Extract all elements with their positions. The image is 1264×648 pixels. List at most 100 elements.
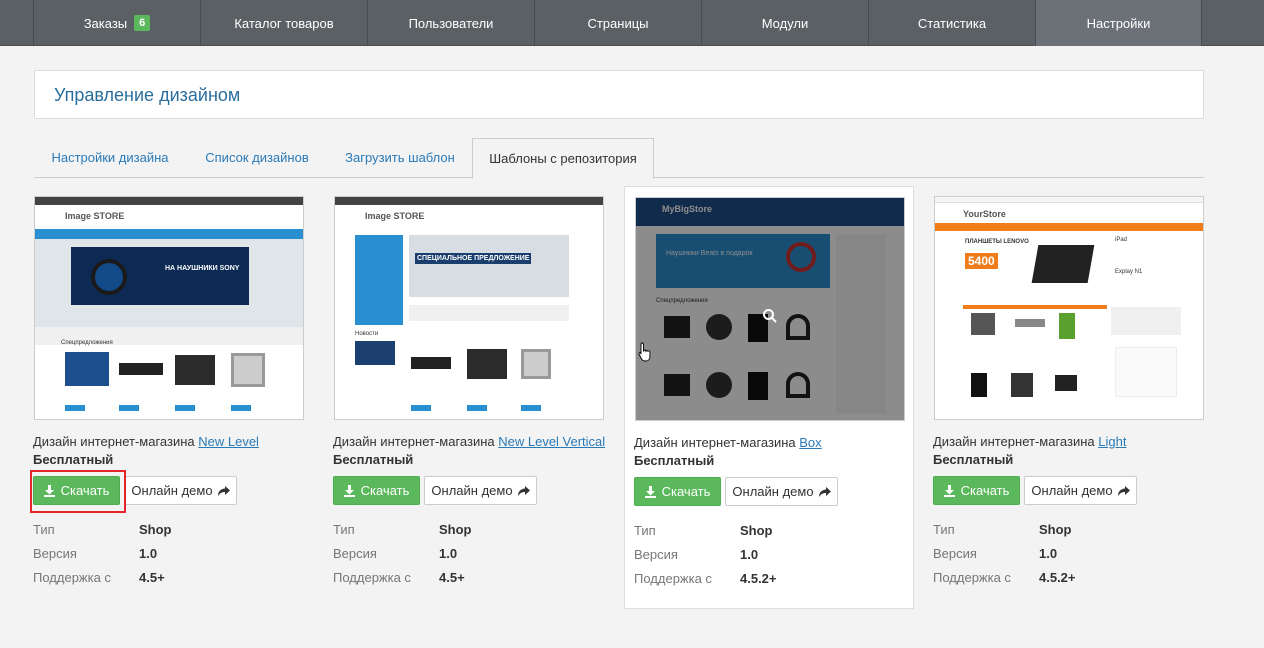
meta-key: Версия: [634, 547, 678, 562]
thumb-banner-text: СПЕЦИАЛЬНОЕ ПРЕДЛОЖЕНИЕ: [415, 253, 532, 264]
thumb-features: [409, 305, 569, 321]
thumb-banner-text: ПЛАНШЕТЫ LENOVO: [965, 239, 1029, 245]
download-icon: [943, 484, 955, 497]
download-icon: [343, 484, 355, 497]
nav-label: Заказы: [83, 15, 128, 31]
thumb-buy-button: [467, 405, 487, 411]
share-arrow-icon: [818, 486, 831, 497]
template-card: Image STORE СПЕЦИАЛЬНОЕ ПРЕДЛОЖЕНИЕ Ново…: [324, 186, 614, 609]
design-tabs: Настройки дизайна Список дизайнов Загруз…: [34, 138, 1204, 179]
zoom-icon: [763, 309, 777, 323]
template-preview[interactable]: Image STORE СПЕЦИАЛЬНОЕ ПРЕДЛОЖЕНИЕ Ново…: [334, 196, 604, 420]
template-preview[interactable]: MyBigStore Наушники Beats в подарок Спец…: [635, 197, 905, 421]
tab-repository-templates[interactable]: Шаблоны с репозитория: [472, 138, 654, 179]
thumb-buy-button: [65, 405, 85, 411]
nav-label: Страницы: [587, 15, 649, 31]
demo-label: Онлайн демо: [1031, 483, 1113, 498]
thumb-topbar: [35, 197, 303, 205]
page-header: Управление дизайном: [34, 70, 1204, 119]
meta-value: 1.0: [1039, 546, 1058, 561]
download-button[interactable]: Скачать: [933, 476, 1020, 505]
thumb-section-title: Новости: [355, 331, 379, 337]
download-icon: [644, 485, 656, 498]
thumb-product: [411, 357, 451, 369]
nav-label: Пользователи: [408, 15, 494, 31]
thumb-menu: [935, 223, 1203, 231]
nav-item-modules[interactable]: Модули: [701, 0, 868, 46]
thumb-side-text: iPad: [1115, 237, 1128, 243]
thumb-divider: [963, 305, 1107, 309]
meta-value: 4.5.2+: [1039, 570, 1076, 585]
nav-item-users[interactable]: Пользователи: [367, 0, 534, 46]
meta-value: Shop: [1039, 522, 1072, 537]
template-description: Дизайн интернет-магазина Light: [933, 434, 1126, 449]
download-label: Скачать: [360, 483, 410, 498]
thumb-price-tag: 5400: [965, 253, 998, 269]
meta-value: Shop: [740, 523, 773, 538]
thumb-topbar: [335, 197, 603, 205]
nav-item-catalog[interactable]: Каталог товаров: [200, 0, 367, 46]
meta-key: Версия: [933, 546, 977, 561]
orders-count-badge: 6: [134, 15, 151, 31]
meta-value: 1.0: [139, 546, 158, 561]
desc-prefix: Дизайн интернет-магазина: [933, 434, 1099, 449]
template-card: Image STORE НА НАУШНИКИ SONY Спецпредлож…: [24, 186, 314, 609]
template-name-link[interactable]: New Level Vertical: [498, 434, 605, 449]
thumb-logo: YourStore: [963, 209, 1006, 219]
nav-item-pages[interactable]: Страницы: [534, 0, 701, 46]
meta-value: 1.0: [740, 547, 759, 562]
online-demo-button[interactable]: Онлайн демо: [725, 477, 838, 506]
thumb-buy-button: [231, 405, 251, 411]
page-title: Управление дизайном: [54, 85, 241, 105]
online-demo-button[interactable]: Онлайн демо: [124, 476, 237, 505]
thumb-product: [1011, 373, 1033, 397]
template-price: Бесплатный: [933, 452, 1014, 467]
nav-item-statistics[interactable]: Статистика: [868, 0, 1035, 46]
thumb-product: [467, 349, 507, 379]
nav-item-settings[interactable]: Настройки: [1035, 0, 1202, 46]
thumb-sidebar-menu: [355, 235, 403, 325]
thumb-product: [1055, 375, 1077, 391]
tab-design-list[interactable]: Список дизайнов: [186, 138, 328, 178]
meta-value: 4.5+: [139, 570, 165, 585]
meta-key: Поддержка с: [634, 571, 712, 586]
meta-value: 1.0: [439, 546, 458, 561]
template-description: Дизайн интернет-магазина New Level: [33, 434, 259, 449]
desc-prefix: Дизайн интернет-магазина: [634, 435, 800, 450]
tab-upload-template[interactable]: Загрузить шаблон: [328, 138, 472, 178]
thumb-news-image: [355, 341, 395, 365]
thumb-product: [1059, 313, 1075, 339]
template-preview[interactable]: Image STORE НА НАУШНИКИ SONY Спецпредлож…: [34, 196, 304, 420]
tab-design-settings[interactable]: Настройки дизайна: [34, 138, 186, 178]
meta-key: Тип: [333, 522, 355, 537]
template-name-link[interactable]: New Level: [198, 434, 259, 449]
online-demo-button[interactable]: Онлайн демо: [424, 476, 537, 505]
thumb-buy-button: [411, 405, 431, 411]
demo-label: Онлайн демо: [732, 484, 814, 499]
thumb-product: [65, 352, 109, 386]
meta-value: 4.5+: [439, 570, 465, 585]
thumb-product: [971, 373, 987, 397]
desc-prefix: Дизайн интернет-магазина: [33, 434, 199, 449]
thumb-topbar: [935, 197, 1203, 203]
download-button[interactable]: Скачать: [634, 477, 721, 506]
nav-label: Каталог товаров: [234, 15, 334, 31]
template-price: Бесплатный: [634, 453, 715, 468]
template-description: Дизайн интернет-магазина Box: [634, 435, 822, 450]
template-card: MyBigStore Наушники Beats в подарок Спец…: [624, 186, 914, 609]
thumb-banner: [409, 235, 569, 297]
share-arrow-icon: [1117, 485, 1130, 496]
share-arrow-icon: [217, 485, 230, 496]
thumb-product: [119, 363, 163, 375]
meta-key: Тип: [634, 523, 656, 538]
demo-label: Онлайн демо: [131, 483, 213, 498]
download-button[interactable]: Скачать: [333, 476, 420, 505]
nav-item-orders[interactable]: Заказы 6: [33, 0, 200, 46]
template-name-link[interactable]: Light: [1098, 434, 1126, 449]
template-card: YourStore ПЛАНШЕТЫ LENOVO 5400 iPad Expl…: [924, 186, 1214, 609]
online-demo-button[interactable]: Онлайн демо: [1024, 476, 1137, 505]
template-preview[interactable]: YourStore ПЛАНШЕТЫ LENOVO 5400 iPad Expl…: [934, 196, 1204, 420]
template-name-link[interactable]: Box: [799, 435, 821, 450]
thumb-brands: [1115, 347, 1177, 397]
thumb-product: [971, 313, 995, 335]
